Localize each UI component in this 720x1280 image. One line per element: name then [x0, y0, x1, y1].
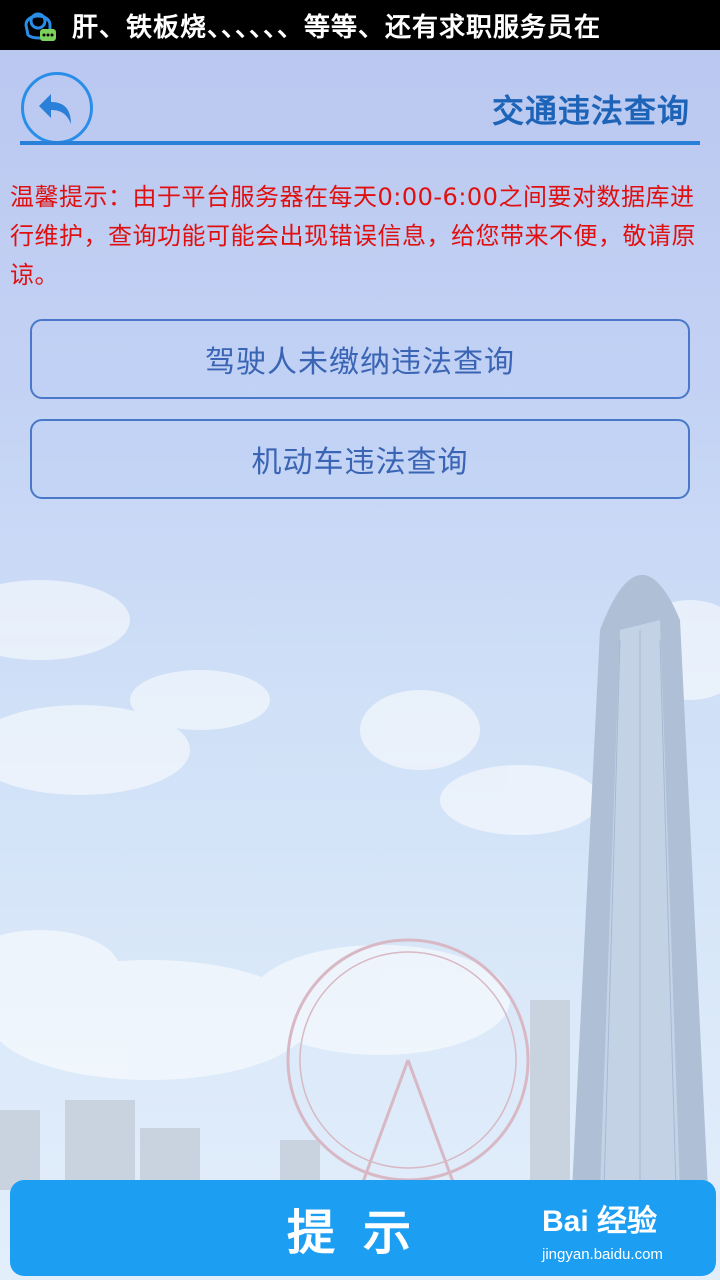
header-divider [20, 141, 700, 145]
back-arrow-icon [39, 94, 71, 124]
page-title: 交通违法查询 [491, 92, 690, 130]
page-header: 交通违法查询 [0, 50, 720, 148]
maintenance-notice: 温馨提示：由于平台服务器在每天0:00-6:00之间要对数据库进行维护，查询功能… [10, 183, 696, 289]
chat-notification-icon [24, 12, 56, 41]
watermark-url: jingyan.baidu.com [542, 1246, 663, 1263]
city-skyline-background [0, 574, 720, 1190]
notification-text: 肝、铁板烧、、、、、、等等、还有求职服务员在 [72, 12, 602, 43]
watermark-logo: Bai 经验 [542, 1205, 658, 1238]
back-button[interactable] [21, 72, 93, 144]
vehicle-violation-query-button[interactable]: 机动车违法查询 [30, 419, 690, 499]
driver-unpaid-violation-query-button[interactable]: 驾驶人未缴纳违法查询 [30, 319, 690, 399]
baidu-jingyan-watermark: Bai 经验 jingyan.baidu.com [542, 1196, 682, 1266]
status-bar: 肝、铁板烧、、、、、、等等、还有求职服务员在 [0, 0, 720, 50]
